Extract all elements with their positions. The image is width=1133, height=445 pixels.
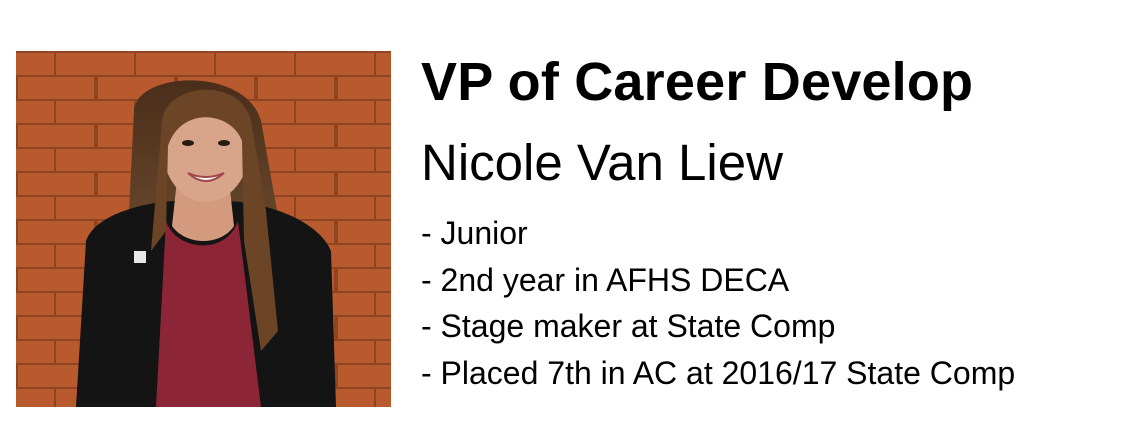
fact-item: - Junior bbox=[421, 215, 528, 251]
portrait-photo-icon bbox=[16, 51, 391, 407]
fact-item: - Stage maker at State Comp bbox=[421, 308, 836, 344]
profile-photo bbox=[16, 51, 391, 407]
person-name: Nicole Van Liew bbox=[421, 134, 783, 191]
facts-list: - Junior - 2nd year in AFHS DECA - Stage… bbox=[421, 210, 1015, 396]
role-title: VP of Career Develop bbox=[421, 52, 974, 112]
fact-item: - 2nd year in AFHS DECA bbox=[421, 261, 790, 298]
fact-item: - Placed 7th in AC at 2016/17 State Comp bbox=[421, 354, 1016, 391]
